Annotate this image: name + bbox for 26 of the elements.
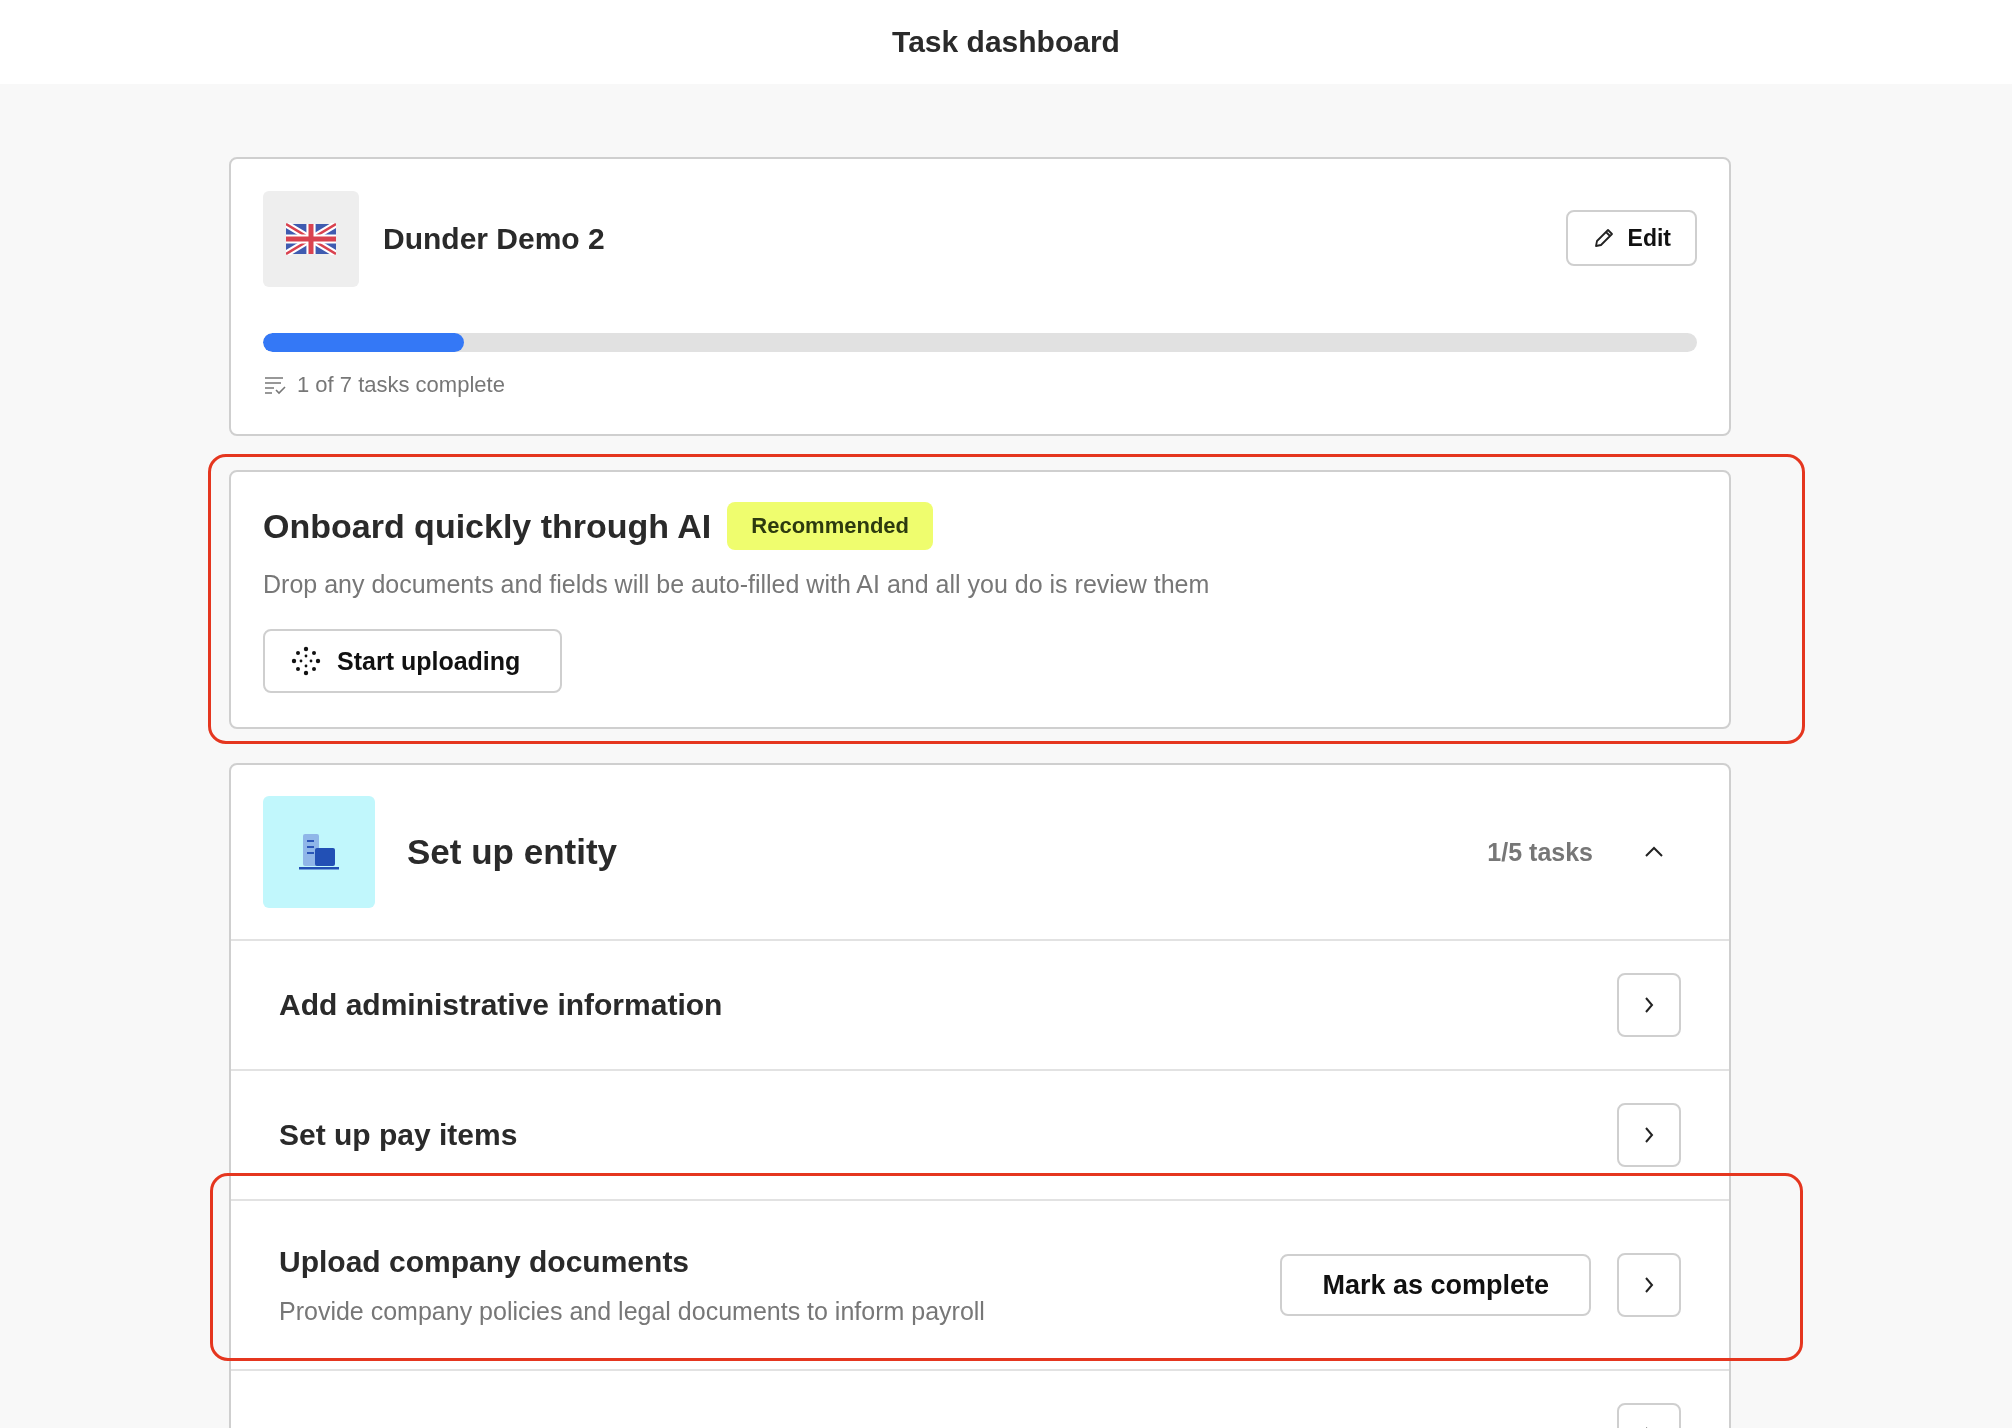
task-description: Provide company policies and legal documents to inform payroll: [279, 1296, 986, 1326]
sparkle-icon: [291, 646, 321, 676]
chevron-right-icon: [1643, 1275, 1655, 1295]
edit-button[interactable]: Edit: [1565, 210, 1697, 266]
progress-caption: 1 of 7 tasks complete: [297, 372, 505, 398]
building-icon: [297, 832, 341, 872]
task-title: Set up pay items: [279, 1118, 519, 1152]
open-task-button[interactable]: [1617, 1253, 1681, 1317]
chevron-icon: [1643, 845, 1665, 859]
page-title: Task dashboard: [892, 25, 1120, 59]
task-title: Add administrative information: [279, 988, 724, 1022]
ai-card-title: Onboard quickly through AI: [263, 506, 712, 546]
checklist-icon: [263, 375, 287, 395]
chevron-right-icon: [1643, 995, 1655, 1015]
chevron-right-icon: [1643, 1125, 1655, 1145]
open-task-button[interactable]: [1617, 973, 1681, 1037]
flag-icon: [286, 223, 336, 255]
task-title: Upload company documents: [279, 1244, 691, 1279]
recommended-badge: Recommended: [727, 502, 933, 550]
start-uploading-button[interactable]: Start uploading: [263, 629, 563, 693]
company-name: Dunder Demo 2: [383, 222, 606, 256]
section-title: Set up entity: [407, 832, 619, 872]
mark-complete-button[interactable]: Mark as complete: [1280, 1254, 1591, 1316]
ai-card-description: Drop any documents and fields will be auto-filled with AI and all you do is review them: [263, 570, 1211, 599]
task-count: 1/5 tasks: [1487, 837, 1593, 867]
open-task-button[interactable]: [1617, 1103, 1681, 1167]
